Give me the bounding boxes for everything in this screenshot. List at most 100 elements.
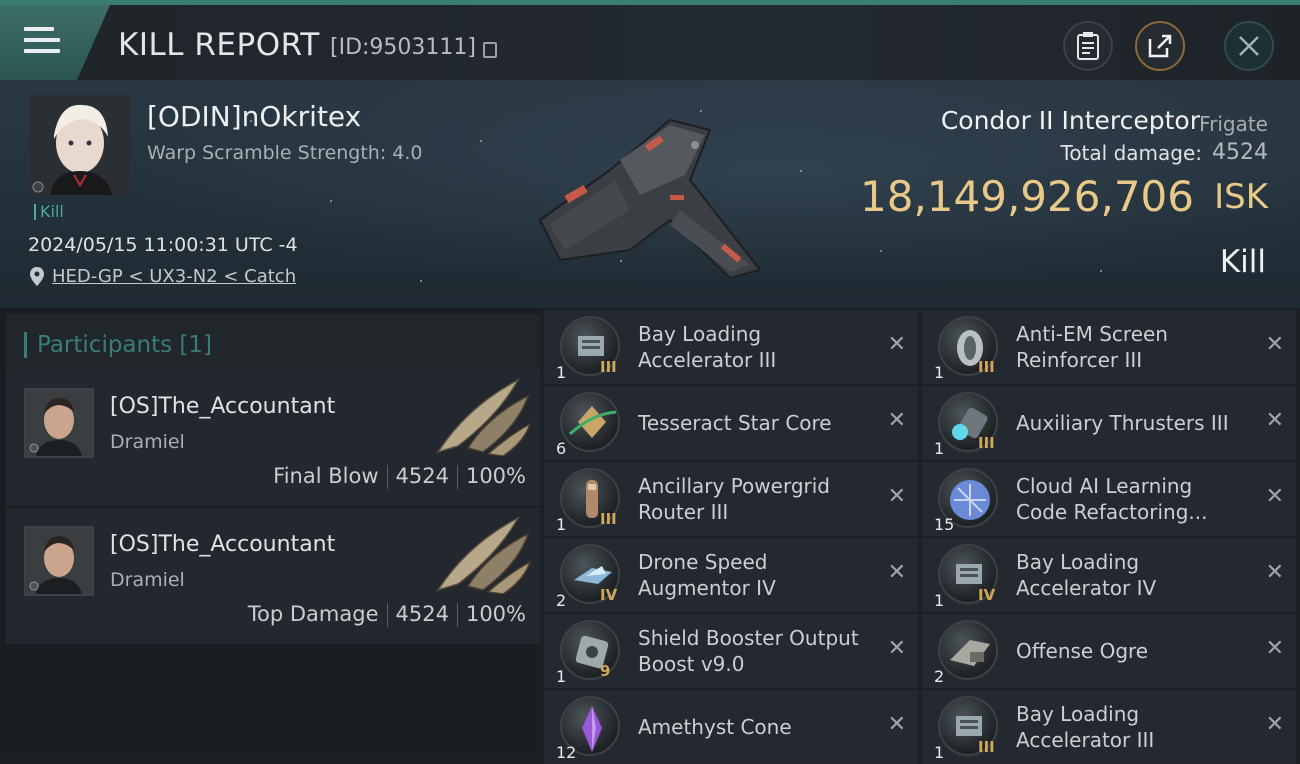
share-button[interactable] bbox=[1135, 21, 1185, 71]
item-name: Bay Loading Accelerator IV bbox=[1016, 550, 1157, 600]
share-icon bbox=[1148, 34, 1172, 58]
item-quantity: 1 bbox=[556, 667, 567, 686]
item-slot[interactable]: 2 IV Drone Speed Augmentor IV ✕ bbox=[544, 538, 918, 612]
participant-ship: Dramiel bbox=[110, 569, 185, 591]
item-name: Bay Loading Accelerator III bbox=[1016, 702, 1155, 752]
participants-count: [1] bbox=[179, 332, 213, 358]
menu-button[interactable] bbox=[0, 5, 110, 80]
participant-role: Top Damage bbox=[247, 602, 379, 626]
item-icon bbox=[560, 620, 620, 680]
dramiel-ship-icon bbox=[436, 378, 532, 456]
victim-avatar[interactable] bbox=[30, 95, 130, 195]
location-pin-icon bbox=[30, 267, 44, 286]
participant-damage: 4524 bbox=[395, 602, 449, 626]
destroyed-x-icon: ✕ bbox=[1265, 712, 1284, 737]
page-title: KILL REPORT bbox=[118, 27, 320, 63]
item-quantity: 1 bbox=[556, 363, 567, 382]
destroyed-x-icon: ✕ bbox=[887, 560, 906, 585]
item-name: Shield Booster Output Boost v9.0 bbox=[638, 626, 859, 676]
participant-name[interactable]: [OS]The_Accountant bbox=[110, 532, 335, 557]
kill-result: Kill bbox=[1219, 244, 1266, 280]
item-quantity: 1 bbox=[934, 743, 945, 762]
isk-unit: ISK bbox=[1214, 177, 1268, 217]
item-name: Anti-EM Screen Reinforcer III bbox=[1016, 322, 1168, 372]
item-quantity: 2 bbox=[934, 667, 945, 686]
item-name: Drone Speed Augmentor IV bbox=[638, 550, 776, 600]
kill-timestamp: 2024/05/15 11:00:31 UTC -4 bbox=[28, 234, 298, 256]
item-name: Offense Ogre bbox=[1016, 639, 1149, 663]
item-quantity: 1 bbox=[934, 591, 945, 610]
clipboard-button[interactable] bbox=[1063, 21, 1113, 71]
participant-avatar[interactable] bbox=[24, 388, 94, 458]
kill-tag: Kill bbox=[34, 204, 64, 220]
participant-percent: 100% bbox=[465, 602, 526, 626]
destroyed-x-icon: ✕ bbox=[1265, 560, 1284, 585]
destroyed-x-icon: ✕ bbox=[1265, 408, 1284, 433]
item-tier: III bbox=[978, 738, 995, 756]
pilot-portrait-icon bbox=[26, 528, 92, 594]
victim-name[interactable]: [ODIN]nOkritex bbox=[147, 100, 361, 133]
total-damage-label: Total damage: bbox=[1060, 141, 1203, 165]
destroyed-x-icon: ✕ bbox=[887, 484, 906, 509]
item-slot[interactable]: 1 III Anti-EM Screen Reinforcer III ✕ bbox=[922, 310, 1296, 384]
participant-stats: Final Blow 4524 100% bbox=[273, 464, 526, 489]
participant-stats: Top Damage 4524 100% bbox=[248, 602, 526, 627]
clipboard-icon bbox=[1077, 32, 1099, 60]
isk-value: 18,149,926,706 bbox=[860, 172, 1194, 221]
header-bar: KILL REPORT [ID:9503111] bbox=[0, 0, 1300, 80]
item-tier: III bbox=[978, 358, 995, 376]
item-slot[interactable]: 2 Offense Ogre ✕ bbox=[922, 614, 1296, 688]
dropped-items-grid: 1 III Bay Loading Accelerator III ✕ 1 II… bbox=[544, 308, 1300, 764]
participants-panel: Participants [1] [OS]The_Accountant Dram… bbox=[0, 308, 540, 750]
item-tier: IV bbox=[600, 586, 618, 604]
item-slot[interactable]: 1 III Ancillary Powergrid Router III ✕ bbox=[544, 462, 918, 536]
close-icon bbox=[1239, 36, 1259, 56]
item-quantity: 1 bbox=[934, 363, 945, 382]
item-tier: IV bbox=[978, 586, 996, 604]
item-slot[interactable]: 1 III Auxiliary Thrusters III ✕ bbox=[922, 386, 1296, 460]
participant-row[interactable]: [OS]The_Accountant Dramiel Top Damage 452… bbox=[6, 508, 540, 646]
item-slot[interactable]: 1 9 Shield Booster Output Boost v9.0 ✕ bbox=[544, 614, 918, 688]
dramiel-ship-icon bbox=[436, 516, 532, 594]
participant-ship: Dramiel bbox=[110, 431, 185, 453]
copy-icon[interactable] bbox=[483, 42, 497, 58]
destroyed-x-icon: ✕ bbox=[887, 332, 906, 357]
condor-ship-icon bbox=[538, 118, 762, 280]
item-slot[interactable]: 12 Amethyst Cone ✕ bbox=[544, 690, 918, 764]
item-quantity: 12 bbox=[556, 743, 577, 762]
report-id: [ID:9503111] bbox=[330, 35, 476, 60]
participant-damage: 4524 bbox=[395, 464, 449, 488]
participant-name[interactable]: [OS]The_Accountant bbox=[110, 394, 335, 419]
item-slot[interactable]: 1 III Bay Loading Accelerator III ✕ bbox=[544, 310, 918, 384]
location-link[interactable]: HED-GP < UX3-N2 < Catch bbox=[30, 266, 296, 287]
item-name: Amethyst Cone bbox=[638, 715, 792, 739]
item-slot[interactable]: 15 Cloud AI Learning Code Refactoring...… bbox=[922, 462, 1296, 536]
participants-label: Participants bbox=[37, 332, 173, 358]
item-name: Bay Loading Accelerator III bbox=[638, 322, 777, 372]
item-slot[interactable]: 1 III Bay Loading Accelerator III ✕ bbox=[922, 690, 1296, 764]
item-name: Cloud AI Learning Code Refactoring... bbox=[1016, 474, 1208, 524]
ship-name[interactable]: Condor II Interceptor bbox=[941, 106, 1200, 135]
destroyed-x-icon: ✕ bbox=[1265, 636, 1284, 661]
close-button[interactable] bbox=[1224, 21, 1274, 71]
participant-row[interactable]: [OS]The_Accountant Dramiel Final Blow 452… bbox=[6, 370, 540, 508]
destroyed-x-icon: ✕ bbox=[1265, 484, 1284, 509]
item-slot[interactable]: 1 IV Bay Loading Accelerator IV ✕ bbox=[922, 538, 1296, 612]
item-quantity: 15 bbox=[934, 515, 955, 534]
item-quantity: 1 bbox=[556, 515, 567, 534]
item-name: Tesseract Star Core bbox=[638, 411, 832, 435]
item-tier: III bbox=[600, 510, 617, 528]
ship-class: Frigate bbox=[1199, 112, 1268, 136]
item-slot[interactable]: 6 Tesseract Star Core ✕ bbox=[544, 386, 918, 460]
destroyed-x-icon: ✕ bbox=[887, 636, 906, 661]
item-quantity: 6 bbox=[556, 439, 567, 458]
pilot-portrait-icon bbox=[26, 390, 92, 456]
item-name: Auxiliary Thrusters III bbox=[1016, 411, 1229, 435]
location-text: HED-GP < UX3-N2 < Catch bbox=[52, 266, 297, 287]
pilot-portrait-icon bbox=[30, 95, 130, 195]
warp-scramble-strength: Warp Scramble Strength: 4.0 bbox=[147, 142, 423, 164]
item-quantity: 1 bbox=[934, 439, 945, 458]
victim-panel: [ODIN]nOkritex Warp Scramble Strength: 4… bbox=[0, 80, 1300, 308]
participants-title: Participants [1] bbox=[24, 332, 212, 358]
participant-avatar[interactable] bbox=[24, 526, 94, 596]
